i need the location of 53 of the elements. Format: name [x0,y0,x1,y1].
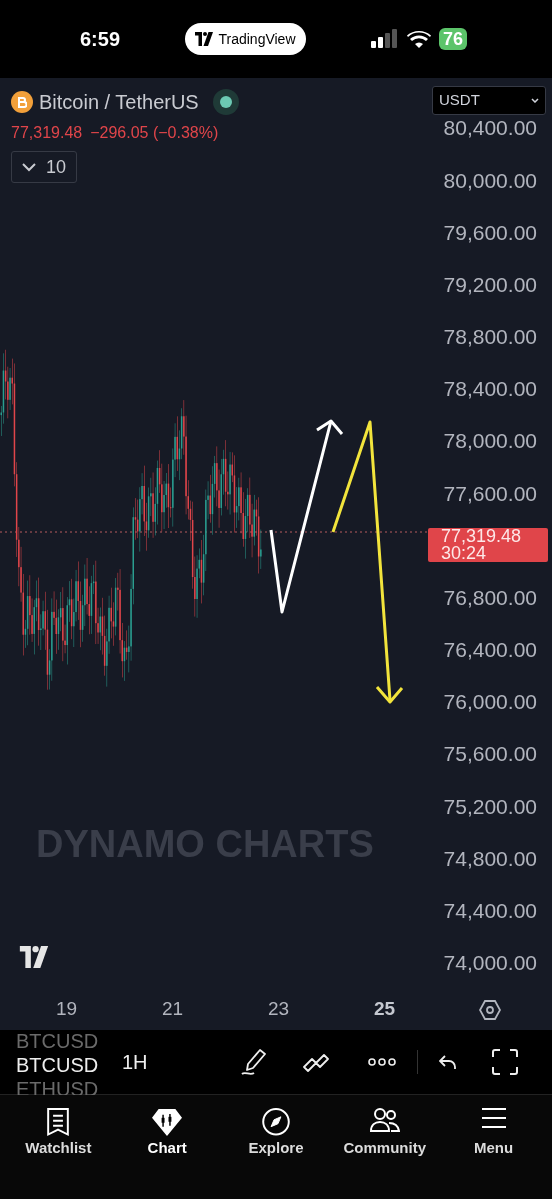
bar-countdown: 30:24 [441,545,487,563]
price-label: 78,400.00 [443,376,537,403]
price-label: 79,600.00 [443,219,537,246]
chevron-down-icon [22,162,36,172]
nav-tab[interactable]: Community [334,1107,435,1159]
interval-button[interactable]: 1H [122,1047,148,1077]
indicators-toggle[interactable]: 10 [11,151,77,183]
candles-icon [152,1107,183,1137]
price-change: −296.05 (−0.38%) [90,123,219,143]
battery-indicator: 76 [438,28,467,50]
nav-tab[interactable]: Watchlist [8,1107,109,1159]
pen-icon[interactable] [240,1048,268,1076]
price-label: 78,800.00 [443,324,537,350]
price-label: 77,600.00 [443,480,537,507]
date-label: 25 [374,997,396,1022]
price-label: 75,200.00 [443,793,537,820]
date-label: 21 [162,997,184,1022]
nav-tab[interactable]: Explore [226,1107,326,1159]
more-icon[interactable] [368,1058,396,1066]
chevron-down-icon [531,98,539,103]
logo-icon [195,32,214,46]
price-label: 76,800.00 [443,584,537,611]
signal-icon [370,29,399,49]
date-label: 19 [56,997,78,1022]
price-label: 78,000.00 [443,428,537,455]
price-label: 75,600.00 [443,741,537,768]
bookmark-list-icon [45,1107,72,1137]
undo-icon[interactable] [439,1054,457,1070]
price-label: 74,800.00 [443,845,537,872]
price-label: 74,400.00 [443,897,537,924]
price-label: 76,000.00 [443,689,537,716]
price-label: 80,000.00 [443,167,537,194]
tag-price: 77,319.48 [441,528,523,546]
nav-tab[interactable]: Chart [117,1107,218,1159]
menu-icon [480,1107,507,1129]
symbol-title: Bitcoin / TetherUS [39,90,199,115]
wifi-icon [406,30,431,48]
price-label: 76,400.00 [443,637,537,664]
date-label: 23 [268,997,290,1022]
market-status-icon [212,89,239,115]
clock: 6:59 [80,27,121,52]
nav-tab[interactable]: Menu [443,1107,544,1159]
fullscreen-icon[interactable] [492,1049,518,1075]
settings-icon[interactable] [479,999,501,1020]
price-label: 74,000.00 [443,950,537,977]
price-label: 80,400.00 [443,115,537,142]
people-icon [369,1107,400,1133]
app-pill: TradingView [185,23,306,55]
price-label: 79,200.00 [443,271,537,298]
compass-icon [261,1107,291,1137]
bitcoin-icon [11,91,33,113]
last-price: 77,319.48 [11,123,83,143]
currency-select[interactable]: USDT [432,86,546,115]
